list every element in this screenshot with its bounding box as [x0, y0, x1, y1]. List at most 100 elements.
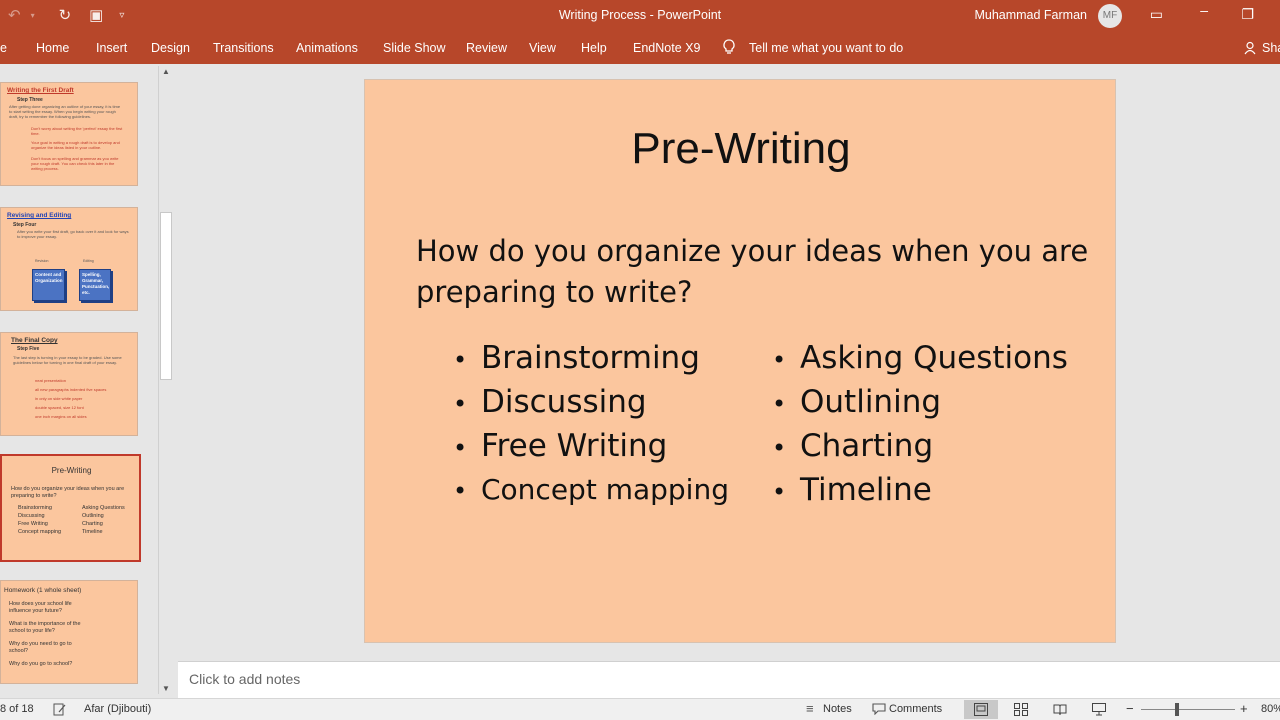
thumb-list-item: Asking Questions [82, 505, 125, 511]
avatar[interactable]: MF [1098, 4, 1122, 28]
slide-thumbnail-revising-editing[interactable]: Revising and Editing Step Four After you… [0, 207, 138, 311]
bullet-item: Outlining [772, 380, 1068, 424]
thumb-list-item: Charting [82, 521, 103, 527]
tab-file-edge[interactable]: e [0, 41, 7, 55]
share-button[interactable]: Sha [1262, 41, 1280, 55]
tab-review[interactable]: Review [466, 41, 507, 55]
thumb-bullet: Don't focus on spelling and grammar as y… [31, 156, 119, 171]
slide-title[interactable]: Pre-Writing [365, 124, 1117, 174]
slide-thumbnails-pane[interactable]: Writing the First Draft Step Three After… [0, 64, 178, 698]
tab-home[interactable]: Home [36, 41, 69, 55]
thumb-bullet: Don't worry about writing the 'perfect' … [31, 126, 123, 136]
thumb-list-item: Concept mapping [18, 529, 62, 535]
slide-sorter-icon[interactable] [1014, 703, 1028, 716]
tab-view[interactable]: View [529, 41, 556, 55]
tab-endnote[interactable]: EndNote X9 [633, 41, 700, 55]
thumb-intro: After you write your first draft, go bac… [17, 229, 129, 239]
scrollbar-thumb[interactable] [160, 212, 172, 380]
thumb-bullet: neat presentation [35, 378, 66, 383]
restore-icon[interactable]: ❐ [1241, 6, 1254, 23]
thumb-question: What is the importance of the school to … [9, 621, 81, 634]
bullet-list-right[interactable]: Asking Questions Outlining Charting Time… [772, 336, 1068, 512]
bullet-item: Free Writing [453, 424, 729, 468]
language-indicator[interactable]: Afar (Djibouti) [84, 703, 151, 715]
thumb-bullet: Your goal in writing a rough draft is to… [31, 140, 120, 150]
thumb-question: How do you organize your ideas when you … [11, 486, 125, 499]
thumb-title: Pre-Writing [51, 466, 92, 475]
zoom-in-button[interactable]: + [1240, 701, 1248, 716]
tab-transitions[interactable]: Transitions [213, 41, 274, 55]
thumb-step: Step Five [17, 346, 40, 352]
tab-design[interactable]: Design [151, 41, 190, 55]
thumb-list-right: Asking Questions Outlining Charting Time… [82, 504, 125, 536]
bullet-item: Timeline [772, 468, 1068, 512]
slide-thumbnail-final-copy[interactable]: The Final Copy Step Five The last step i… [0, 332, 138, 436]
bullet-item: Concept mapping [453, 468, 729, 512]
scroll-down-icon[interactable]: ▼ [158, 684, 174, 693]
thumb-title: Writing the First Draft [7, 87, 74, 94]
slide-thumbnail-homework[interactable]: Homework (1 whole sheet) How does your s… [0, 580, 138, 684]
tell-me-search[interactable]: Tell me what you want to do [749, 41, 903, 55]
ribbon-display-options-icon[interactable]: ▭ [1150, 6, 1163, 23]
notes-placeholder[interactable]: Click to add notes [189, 671, 300, 687]
thumb-list-item: Free Writing [18, 521, 48, 527]
thumb-bullet: in only on side white paper [35, 396, 83, 401]
zoom-slider-track[interactable] [1141, 709, 1235, 710]
thumb-list-item: Brainstorming [18, 505, 52, 511]
zoom-slider-handle[interactable] [1175, 703, 1179, 716]
thumb-intro: After getting done organizing an outline… [9, 104, 121, 119]
bullet-item: Asking Questions [772, 336, 1068, 380]
thumb-label: Editing [83, 259, 94, 263]
share-icon[interactable] [1244, 41, 1258, 55]
slide-question[interactable]: How do you organize your ideas when you … [416, 231, 1096, 313]
minimize-icon[interactable]: – [1200, 2, 1208, 18]
thumb-list-item: Timeline [82, 529, 103, 535]
slide-thumbnail-pre-writing[interactable]: Pre-Writing How do you organize your ide… [0, 454, 141, 562]
tab-help[interactable]: Help [581, 41, 607, 55]
bullet-item: Brainstorming [453, 336, 729, 380]
thumb-question: How does your school life influence your… [9, 601, 72, 614]
thumb-question: Why do you go to school? [9, 661, 73, 667]
title-bar: ↶ ▾ ↻ ▣ ▿ Writing Process - PowerPoint M… [0, 0, 1280, 32]
thumb-bullet: all new paragraphs indented five spaces [35, 387, 107, 392]
spell-check-icon[interactable] [53, 703, 67, 716]
thumb-list-item: Discussing [18, 513, 45, 519]
thumb-list-item: Outlining [82, 513, 104, 519]
thumb-step: Step Four [13, 222, 37, 228]
thumb-bullet: double spaced, size 12 font [35, 405, 84, 410]
normal-view-icon[interactable] [974, 703, 988, 716]
thumb-step: Step Three [17, 97, 43, 103]
bullet-list-left[interactable]: Brainstorming Discussing Free Writing Co… [453, 336, 729, 512]
status-bar: 8 of 18 Afar (Djibouti) ≡ Notes Comments… [0, 698, 1280, 720]
thumb-question: Why do you need to go to school? [9, 641, 72, 654]
thumb-box: Content and Organization [32, 269, 65, 301]
document-title: Writing Process - PowerPoint [558, 8, 722, 22]
slide-thumbnail-writing-first-draft[interactable]: Writing the First Draft Step Three After… [0, 82, 138, 186]
notes-pane[interactable]: Click to add notes [178, 661, 1280, 698]
reading-view-icon[interactable] [1053, 703, 1067, 716]
thumb-list-left: Brainstorming Discussing Free Writing Co… [18, 504, 61, 536]
slide-show-icon[interactable] [1092, 703, 1106, 716]
thumb-title: The Final Copy [11, 337, 58, 344]
tab-insert[interactable]: Insert [96, 41, 127, 55]
tab-slide-show[interactable]: Slide Show [383, 41, 446, 55]
thumb-label: Revision [35, 259, 49, 263]
notes-icon[interactable]: ≡ [806, 701, 814, 716]
user-name[interactable]: Muhammad Farman [974, 8, 1087, 22]
comments-icon[interactable] [872, 703, 886, 715]
thumb-intro: The last step is turning in your essay t… [13, 355, 122, 365]
thumb-box: Spelling, Grammar, Punctuation, etc. [79, 269, 111, 301]
thumbnail-scrollbar[interactable] [158, 66, 174, 694]
lightbulb-icon [723, 39, 735, 54]
comments-button[interactable]: Comments [889, 703, 942, 715]
current-slide[interactable]: Pre-Writing How do you organize your ide… [364, 79, 1116, 643]
scroll-up-icon[interactable]: ▲ [158, 67, 174, 76]
tab-animations[interactable]: Animations [296, 41, 358, 55]
zoom-level[interactable]: 80% [1261, 703, 1280, 715]
thumb-title: Revising and Editing [7, 212, 72, 219]
thumb-title: Homework (1 whole sheet) [4, 587, 82, 594]
zoom-out-button[interactable]: − [1126, 701, 1134, 716]
thumb-bullet: one inch margins on all sides [35, 414, 87, 419]
bullet-item: Discussing [453, 380, 729, 424]
notes-button[interactable]: Notes [823, 703, 852, 715]
